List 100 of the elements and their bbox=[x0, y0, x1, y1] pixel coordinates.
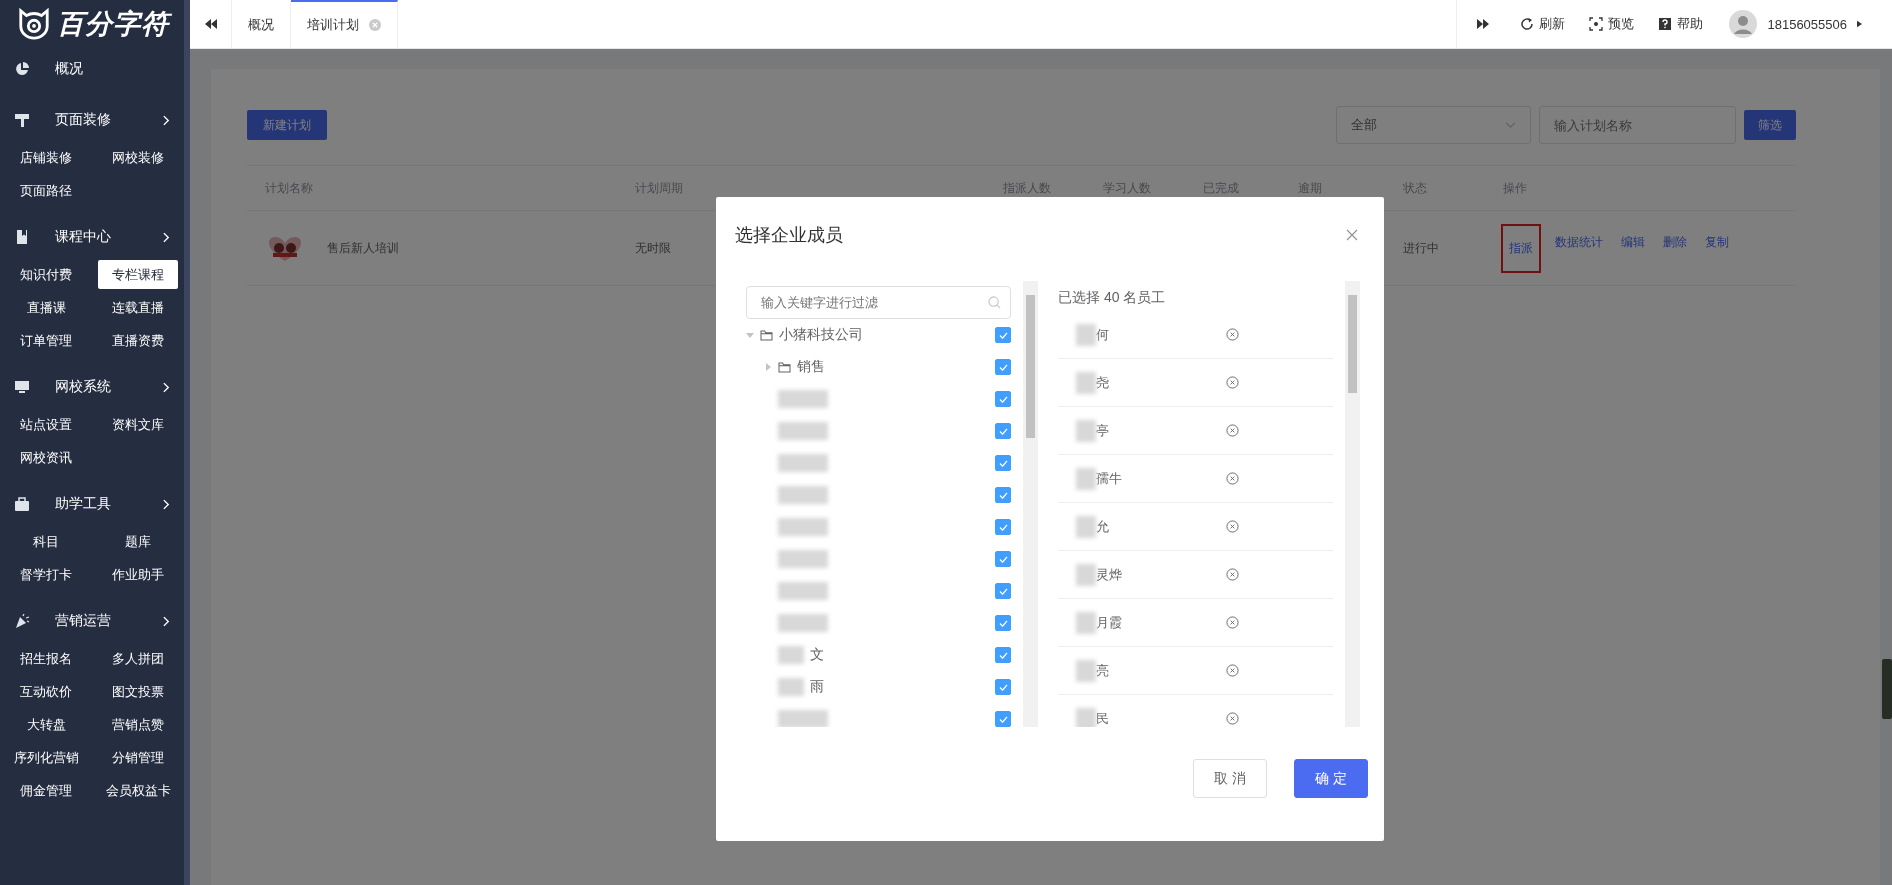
checkbox[interactable] bbox=[995, 551, 1011, 567]
tree-node-label[interactable]: 小猪科技公司 bbox=[779, 326, 989, 344]
sidebar-item[interactable]: 专栏课程 bbox=[98, 260, 178, 289]
header-action[interactable]: 帮助 bbox=[1646, 0, 1716, 48]
blurred-name bbox=[778, 646, 804, 664]
checkbox[interactable] bbox=[995, 487, 1011, 503]
checkmark-icon bbox=[998, 683, 1008, 691]
chevron-icon bbox=[163, 615, 170, 627]
sidebar-item[interactable]: 营销点赞 bbox=[98, 710, 178, 739]
checkbox[interactable] bbox=[995, 647, 1011, 663]
sidebar-section[interactable]: 助学工具 bbox=[0, 483, 184, 525]
remove-icon[interactable] bbox=[1226, 520, 1239, 533]
chevron-icon bbox=[163, 381, 170, 393]
sidebar-item[interactable]: 分销管理 bbox=[98, 743, 178, 772]
checkmark-icon bbox=[998, 715, 1008, 723]
blurred-name bbox=[778, 710, 828, 727]
remove-icon[interactable] bbox=[1226, 616, 1239, 629]
remove-icon[interactable] bbox=[1226, 712, 1239, 725]
scan-icon bbox=[1589, 17, 1604, 31]
remove-icon[interactable] bbox=[1226, 664, 1239, 677]
member-name: 亭 bbox=[1096, 421, 1110, 440]
sidebar-item[interactable]: 科目 bbox=[6, 527, 86, 556]
sidebar-item[interactable]: 订单管理 bbox=[6, 326, 86, 355]
remove-icon[interactable] bbox=[1226, 472, 1239, 485]
tab[interactable]: 概况 bbox=[232, 0, 291, 48]
table-cell-text: 进行中 bbox=[1402, 239, 1440, 257]
caret-icon bbox=[1857, 20, 1862, 28]
caret-right-icon[interactable] bbox=[764, 363, 772, 371]
briefcase-icon bbox=[14, 496, 30, 512]
checkmark-icon bbox=[998, 619, 1008, 627]
blurred-name bbox=[778, 390, 828, 408]
checkbox[interactable] bbox=[995, 327, 1011, 343]
sidebar-section[interactable]: 概况 bbox=[0, 48, 184, 90]
sidebar-item[interactable]: 网校装修 bbox=[98, 143, 178, 172]
scrollbar[interactable] bbox=[1023, 281, 1038, 727]
plan-search-field[interactable]: 输入计划名称 bbox=[1539, 106, 1736, 144]
refresh-icon bbox=[1520, 17, 1535, 31]
header-action[interactable]: 预览 bbox=[1577, 0, 1647, 48]
tree-node-label[interactable]: 文 bbox=[810, 646, 824, 664]
sidebar-section[interactable]: 页面装修 bbox=[0, 99, 184, 141]
chevron-icon bbox=[163, 498, 170, 510]
sidebar-item[interactable]: 会员权益卡 bbox=[98, 776, 178, 805]
sidebar-section[interactable]: 营销运营 bbox=[0, 600, 184, 642]
checkbox[interactable] bbox=[995, 711, 1011, 727]
checkbox[interactable] bbox=[995, 423, 1011, 439]
sidebar-item[interactable]: 督学打卡 bbox=[6, 560, 86, 589]
pie-chart-icon bbox=[14, 61, 30, 77]
sidebar-item[interactable]: 佣金管理 bbox=[6, 776, 86, 805]
paint-roller-icon bbox=[14, 112, 30, 128]
member-name: 亮 bbox=[1096, 661, 1110, 680]
sidebar-item[interactable]: 连载直播 bbox=[98, 293, 178, 322]
checkbox[interactable] bbox=[995, 679, 1011, 695]
sidebar-section[interactable]: 网校系统 bbox=[0, 366, 184, 408]
sidebar-item[interactable]: 多人拼团 bbox=[98, 644, 178, 673]
checkmark-icon bbox=[998, 395, 1008, 403]
sidebar-item[interactable]: 网校资讯 bbox=[6, 443, 86, 472]
tree-node-label[interactable]: 销售 bbox=[797, 358, 825, 376]
checkbox[interactable] bbox=[995, 455, 1011, 471]
sidebar-item[interactable]: 站点设置 bbox=[6, 410, 86, 439]
filter-field[interactable]: 输入关键字进行过滤 bbox=[746, 286, 1011, 319]
checkmark-icon bbox=[998, 363, 1008, 371]
sidebar-item[interactable]: 招生报名 bbox=[6, 644, 86, 673]
sidebar-item[interactable]: 直播资费 bbox=[98, 326, 178, 355]
remove-icon[interactable] bbox=[1226, 424, 1239, 437]
cancel-button[interactable]: 取 消 bbox=[1193, 759, 1267, 798]
tree-node-label[interactable]: 雨 bbox=[810, 678, 824, 696]
checkbox[interactable] bbox=[995, 615, 1011, 631]
confirm-button[interactable]: 确 定 bbox=[1294, 759, 1368, 798]
checkbox[interactable] bbox=[995, 583, 1011, 599]
sidebar-item[interactable]: 知识付费 bbox=[6, 260, 86, 289]
scrollbar[interactable] bbox=[1345, 281, 1360, 727]
sidebar-item[interactable]: 作业助手 bbox=[98, 560, 178, 589]
member-name: 允 bbox=[1096, 517, 1110, 536]
user-menu[interactable]: 18156055506 bbox=[1715, 0, 1892, 48]
caret-down-icon[interactable] bbox=[746, 331, 754, 339]
sidebar-item[interactable]: 图文投票 bbox=[98, 677, 178, 706]
sidebar-item[interactable]: 资料文库 bbox=[98, 410, 178, 439]
sidebar-item[interactable]: 店铺装修 bbox=[6, 143, 86, 172]
checkbox[interactable] bbox=[995, 519, 1011, 535]
checkbox[interactable] bbox=[995, 391, 1011, 407]
header-action[interactable]: 刷新 bbox=[1508, 0, 1578, 48]
remove-icon[interactable] bbox=[1226, 328, 1239, 341]
sidebar-item[interactable]: 题库 bbox=[98, 527, 178, 556]
remove-icon[interactable] bbox=[1226, 376, 1239, 389]
sidebar-item[interactable]: 大转盘 bbox=[6, 710, 86, 739]
user-name: 18156055506 bbox=[1767, 16, 1847, 32]
sidebar-item[interactable]: 互动砍价 bbox=[6, 677, 86, 706]
close-icon[interactable] bbox=[369, 19, 381, 31]
sidebar-item[interactable]: 页面路径 bbox=[6, 176, 86, 205]
sidebar-section[interactable]: 课程中心 bbox=[0, 216, 184, 258]
sidebar-item[interactable]: 直播课 bbox=[6, 293, 86, 322]
member-name: 孺牛 bbox=[1096, 469, 1123, 488]
member-name: 灵烨 bbox=[1096, 565, 1123, 584]
sidebar-item[interactable]: 序列化营销 bbox=[6, 743, 86, 772]
checkbox[interactable] bbox=[995, 359, 1011, 375]
party-popper-icon bbox=[14, 613, 30, 629]
remove-icon[interactable] bbox=[1226, 568, 1239, 581]
blurred-name bbox=[778, 550, 828, 568]
close-icon[interactable] bbox=[1346, 229, 1358, 241]
blurred-name bbox=[778, 582, 828, 600]
